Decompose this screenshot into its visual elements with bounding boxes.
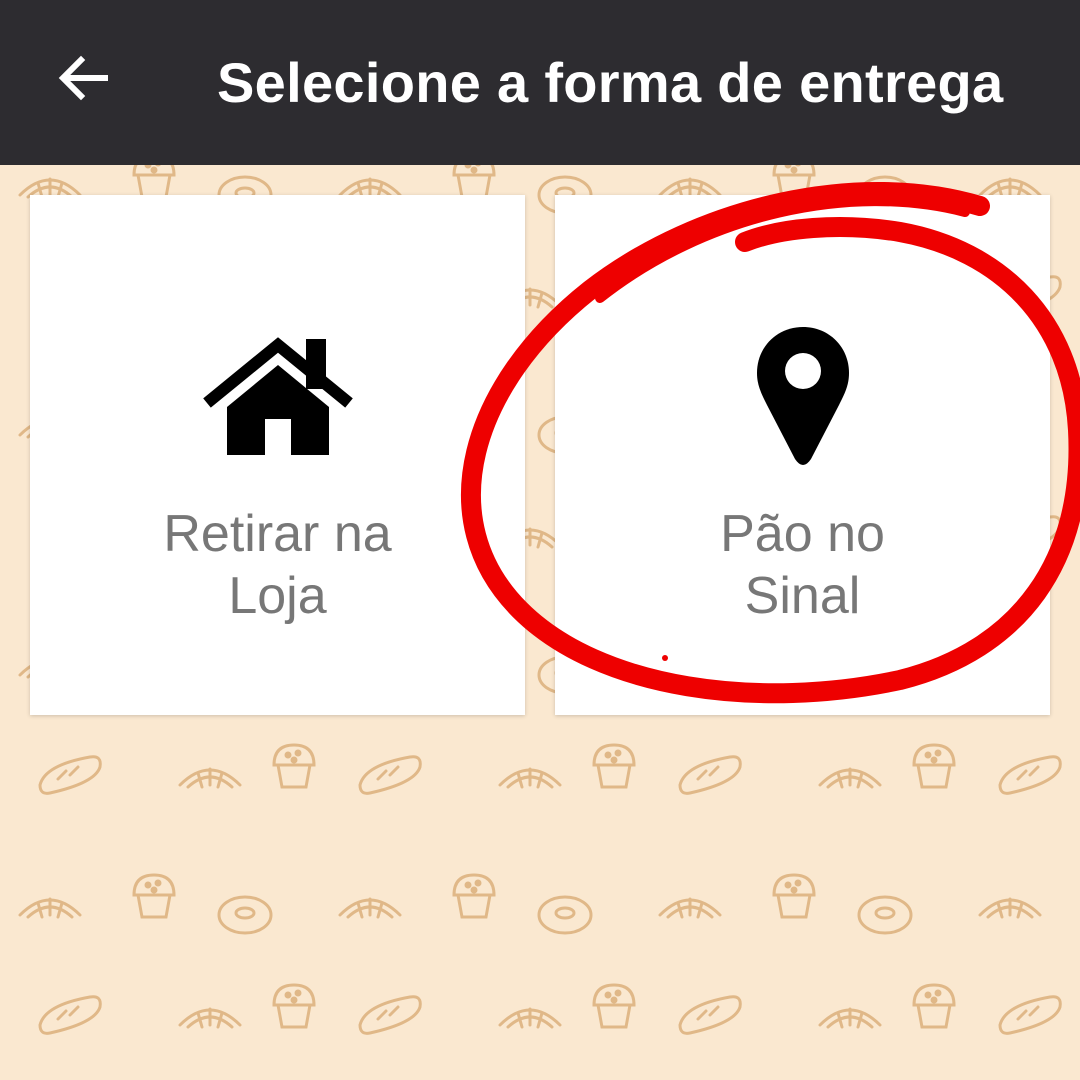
pickup-label-line2: Loja [228,567,327,625]
home-icon [30,335,525,459]
pickup-option-card[interactable]: Retirar na Loja [30,195,525,715]
arrow-left-icon [55,50,111,111]
map-pin-icon [555,325,1050,467]
back-button[interactable] [50,47,116,113]
traffic-light-delivery-label: Pão no Sinal [555,503,1050,627]
page-title: Selecione a forma de entrega [217,51,1004,114]
app-bar: Selecione a forma de entrega [0,0,1080,165]
traffic-light-delivery-option-card[interactable]: Pão no Sinal [555,195,1050,715]
pickup-option-label: Retirar na Loja [30,503,525,627]
pickup-label-line1: Retirar na [163,505,392,563]
traffic-light-label-line1: Pão no [720,505,885,563]
traffic-light-label-line2: Sinal [744,567,861,625]
